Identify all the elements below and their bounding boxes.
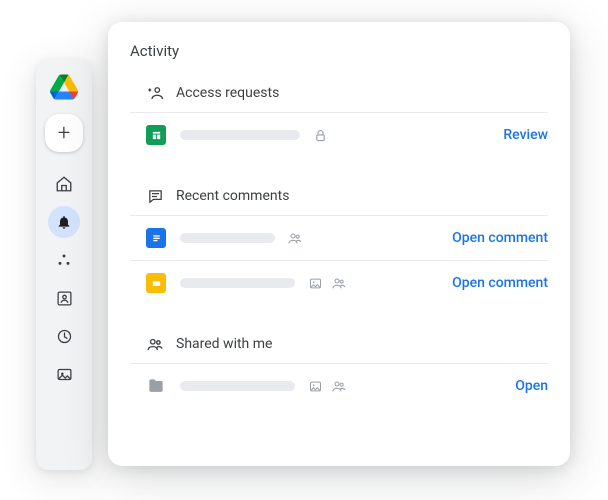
- docs-file-icon: [146, 228, 166, 248]
- shared-row[interactable]: Open: [130, 363, 548, 408]
- clock-icon: [56, 328, 73, 345]
- workspaces-icon: [56, 252, 72, 268]
- people-icon: [146, 335, 164, 353]
- section-label: Recent comments: [176, 188, 289, 204]
- sidebar-rail: +: [36, 60, 92, 470]
- people-icon: [331, 275, 347, 291]
- section-header-recent-comments[interactable]: Recent comments: [130, 183, 548, 215]
- review-link[interactable]: Review: [503, 127, 548, 143]
- section-header-access-requests[interactable]: Access requests: [130, 80, 548, 112]
- comment-row[interactable]: Open comment: [130, 215, 548, 260]
- sheets-file-icon: [146, 125, 166, 145]
- nav-shared[interactable]: [48, 282, 80, 314]
- home-icon: [55, 175, 73, 193]
- nav-workspaces[interactable]: [48, 244, 80, 276]
- comment-row[interactable]: Open comment: [130, 260, 548, 305]
- people-icon: [331, 378, 347, 394]
- person-add-icon: [146, 84, 164, 102]
- folder-icon: [146, 376, 166, 396]
- section-header-shared-with-me[interactable]: Shared with me: [130, 331, 548, 363]
- comment-icon: [146, 187, 164, 205]
- image-box-icon: [56, 366, 73, 383]
- people-icon: [287, 230, 303, 246]
- open-comment-link[interactable]: Open comment: [452, 275, 548, 291]
- new-button[interactable]: +: [45, 114, 83, 152]
- image-icon: [307, 378, 323, 394]
- activity-panel: Activity Access requests Review Recent c…: [108, 22, 570, 466]
- file-name-placeholder: [180, 233, 275, 243]
- open-link[interactable]: Open: [515, 378, 548, 394]
- file-name-placeholder: [180, 278, 295, 288]
- file-name-placeholder: [180, 130, 300, 140]
- google-drive-logo-icon: [50, 74, 78, 100]
- panel-title: Activity: [130, 42, 548, 60]
- access-request-row[interactable]: Review: [130, 112, 548, 157]
- slides-file-icon: [146, 273, 166, 293]
- section-label: Shared with me: [176, 336, 272, 352]
- image-icon: [307, 275, 323, 291]
- open-comment-link[interactable]: Open comment: [452, 230, 548, 246]
- file-name-placeholder: [180, 381, 295, 391]
- bell-icon: [56, 214, 72, 230]
- lock-icon: [312, 127, 328, 143]
- person-box-icon: [56, 290, 73, 307]
- nav-photo[interactable]: [48, 358, 80, 390]
- section-label: Access requests: [176, 85, 279, 101]
- nav-activity[interactable]: [48, 206, 80, 238]
- nav-recent[interactable]: [48, 320, 80, 352]
- nav-home[interactable]: [48, 168, 80, 200]
